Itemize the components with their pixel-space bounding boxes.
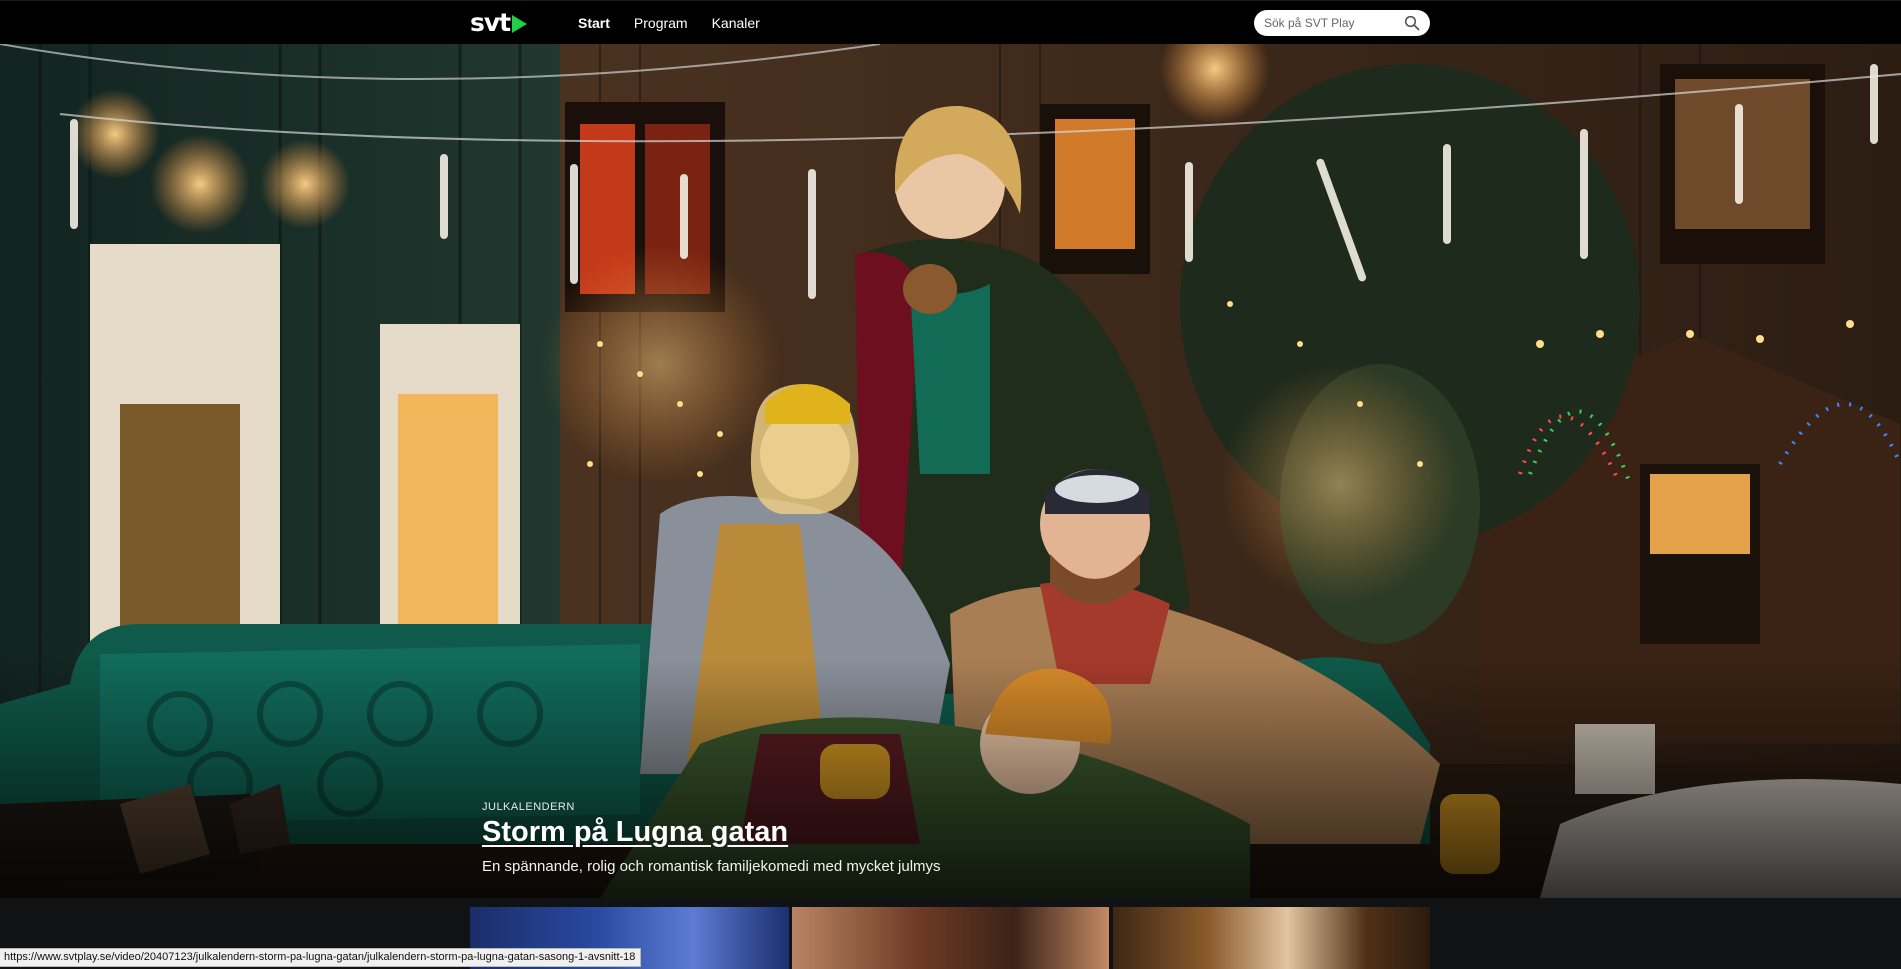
hero-title-link[interactable]: Storm på Lugna gatan [482, 816, 788, 849]
search-icon[interactable] [1404, 15, 1420, 31]
thumbnail-card-3[interactable] [1113, 907, 1430, 969]
hero-gradient-overlay [0, 658, 1901, 898]
search-input[interactable] [1264, 14, 1394, 32]
nav-kanaler[interactable]: Kanaler [712, 15, 760, 31]
nav-program[interactable]: Program [634, 15, 688, 31]
hero-description: En spännande, rolig och romantisk familj… [482, 858, 941, 875]
play-triangle-icon [512, 15, 528, 33]
hero-kicker: JULKALENDERN [482, 801, 575, 813]
main-nav: Start Program Kanaler [578, 15, 760, 31]
nav-start[interactable]: Start [578, 15, 610, 31]
search-box [1254, 10, 1430, 36]
browser-status-url: https://www.svtplay.se/video/20407123/ju… [0, 948, 642, 967]
thumbnail-card-2[interactable] [792, 907, 1109, 969]
top-navigation-bar: svt Start Program Kanaler [0, 0, 1901, 44]
svt-play-logo[interactable]: svt [470, 8, 528, 37]
hero-banner[interactable] [0, 44, 1901, 898]
logo-text: svt [470, 8, 511, 37]
